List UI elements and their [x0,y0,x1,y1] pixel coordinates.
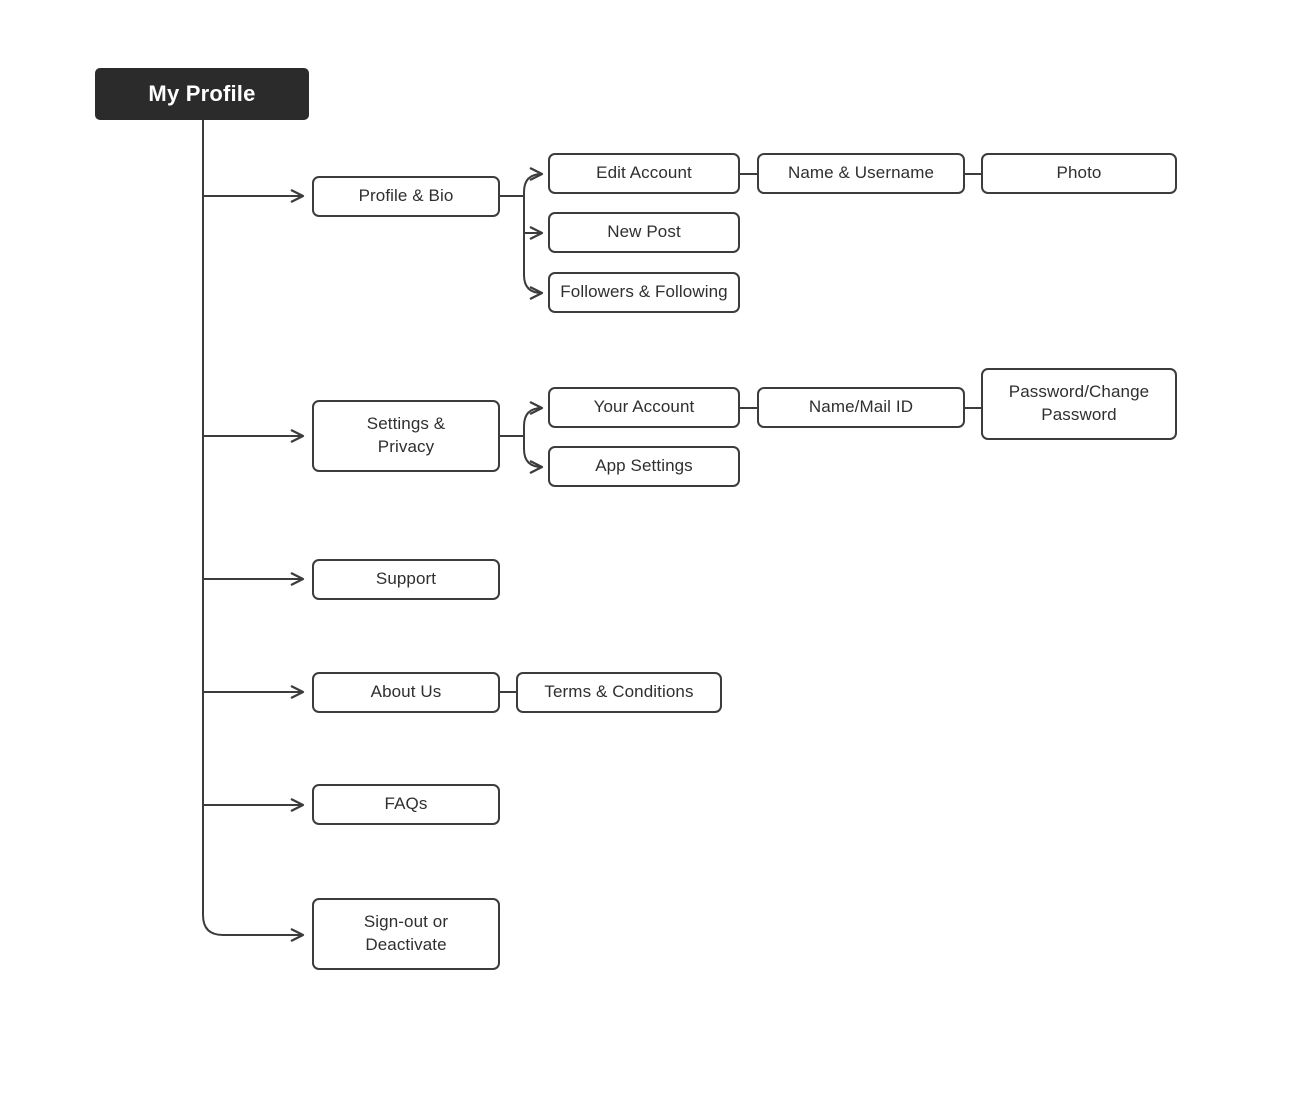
node-followers-and-following[interactable]: Followers & Following [548,272,740,313]
node-root-my-profile[interactable]: My Profile [95,68,309,120]
node-sign-out-or-deactivate[interactable]: Sign-out or Deactivate [312,898,500,970]
node-label: About Us [370,682,442,702]
node-edit-account[interactable]: Edit Account [548,153,740,194]
node-profile-and-bio[interactable]: Profile & Bio [312,176,500,217]
node-label: Terms & Conditions [544,682,694,702]
node-label: Settings & Privacy [366,414,446,456]
diagram-canvas: My Profile Profile & Bio Edit Account Na… [0,0,1300,1097]
node-label: Support [375,569,437,589]
node-password-change-password[interactable]: Password/Change Password [981,368,1177,440]
node-new-post[interactable]: New Post [548,212,740,253]
node-terms-and-conditions[interactable]: Terms & Conditions [516,672,722,713]
node-label: Password/Change Password [1008,382,1150,424]
edge-profile-bio-to-followers [523,196,544,300]
node-label: Followers & Following [560,282,728,302]
node-label: App Settings [595,456,693,476]
node-label: Profile & Bio [358,186,454,206]
node-app-settings[interactable]: App Settings [548,446,740,487]
edge-settings-to-app-settings [523,436,544,474]
node-label: My Profile [148,81,256,107]
node-label: Name & Username [787,163,935,183]
node-support[interactable]: Support [312,559,500,600]
node-settings-and-privacy[interactable]: Settings & Privacy [312,400,500,472]
node-faqs[interactable]: FAQs [312,784,500,825]
edge-profile-bio-to-new-post [523,196,544,240]
node-label: Your Account [593,397,695,417]
node-name-mail-id[interactable]: Name/Mail ID [757,387,965,428]
node-label: New Post [607,222,681,242]
node-about-us[interactable]: About Us [312,672,500,713]
node-label: Sign-out or Deactivate [363,912,449,954]
node-your-account[interactable]: Your Account [548,387,740,428]
node-label: Name/Mail ID [808,397,914,417]
node-label: FAQs [384,794,428,814]
edge-trunk [202,120,305,942]
node-photo[interactable]: Photo [981,153,1177,194]
node-name-and-username[interactable]: Name & Username [757,153,965,194]
node-label: Photo [1056,163,1102,183]
edge-settings-to-your-account [523,401,544,436]
node-label: Edit Account [596,163,692,183]
edge-profile-bio-to-edit-account [523,167,544,196]
